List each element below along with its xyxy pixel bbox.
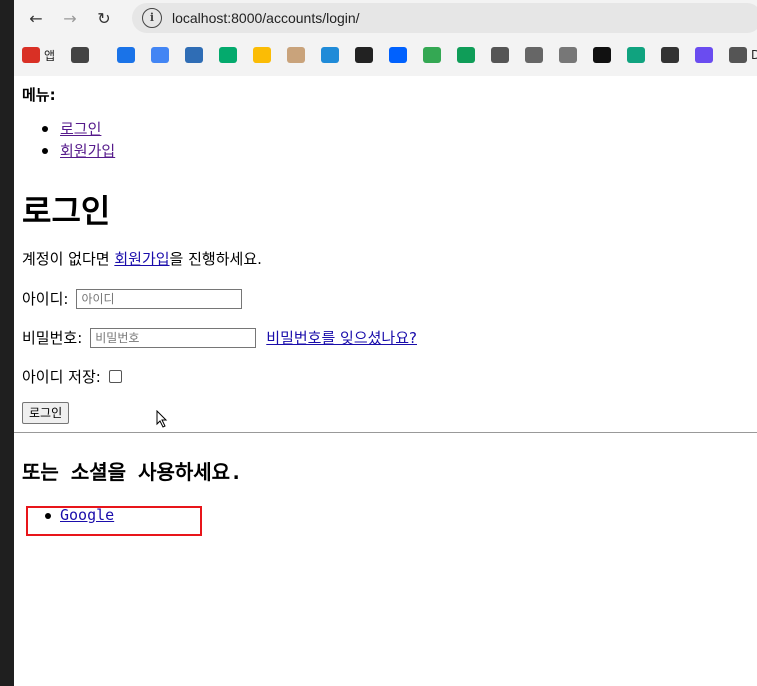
address-bar[interactable]: i localhost:8000/accounts/login/: [132, 3, 757, 33]
remember-label: 아이디 저장:: [22, 368, 101, 386]
window-edge: [0, 0, 14, 686]
password-input[interactable]: [90, 327, 257, 348]
panel-icon[interactable]: [661, 47, 680, 63]
signup-link[interactable]: 회원가입: [114, 250, 169, 268]
id-label: 아이디:: [22, 290, 69, 308]
chatgpt-icon[interactable]: [627, 47, 646, 63]
login-button[interactable]: 로그인: [22, 402, 70, 424]
dot-icon[interactable]: [457, 47, 476, 63]
menu-link-signup[interactable]: 회원가입: [60, 142, 115, 160]
password-row: 비밀번호: 비밀번호를 잊으셨나요?: [22, 327, 417, 348]
highlight-box: [26, 506, 202, 536]
site-info-icon[interactable]: i: [142, 8, 162, 28]
menu-label: 메뉴:: [22, 86, 56, 104]
menu-link-login[interactable]: 로그인: [60, 120, 101, 138]
back-icon[interactable]: ←: [24, 6, 48, 30]
circle-app-icon[interactable]: [117, 47, 136, 63]
forgot-password-link[interactable]: 비밀번호를 잊으셨나요?: [266, 327, 417, 348]
info-suffix: 을 진행하세요.: [169, 250, 262, 268]
mvn-icon[interactable]: [185, 47, 204, 63]
calendar-icon[interactable]: [151, 47, 170, 63]
grid-icon[interactable]: [71, 47, 90, 63]
avatar-icon[interactable]: [287, 47, 306, 63]
info-prefix: 계정이 없다면: [22, 250, 115, 268]
divider: [14, 432, 757, 433]
cards-icon[interactable]: [559, 47, 578, 63]
bookmark-label[interactable]: De: [751, 48, 757, 62]
social-heading: 또는 소셜을 사용하세요.: [22, 460, 243, 484]
calendar2-icon[interactable]: [491, 47, 510, 63]
tools-icon[interactable]: [695, 47, 714, 63]
page-title: 로그인: [22, 192, 111, 230]
apps-grid-icon[interactable]: [22, 47, 40, 63]
id-row: 아이디:: [22, 288, 243, 309]
folder-icon[interactable]: [729, 47, 748, 63]
bookmarks-bar: 앱 De: [14, 40, 757, 70]
reload-icon[interactable]: ↻: [92, 6, 116, 30]
tt-icon[interactable]: [321, 47, 340, 63]
menu-list: 로그인 회원가입: [36, 118, 115, 162]
m-icon[interactable]: [355, 47, 374, 63]
openai-icon[interactable]: [593, 47, 612, 63]
w3-icon[interactable]: [219, 47, 238, 63]
menu-item-login: 로그인: [36, 118, 115, 140]
forward-icon[interactable]: →: [58, 6, 82, 30]
drive-icon[interactable]: [423, 47, 442, 63]
password-label: 비밀번호:: [22, 329, 83, 347]
address-url[interactable]: localhost:8000/accounts/login/: [172, 10, 360, 26]
chrome-icon[interactable]: [253, 47, 272, 63]
mouse-cursor-icon: [156, 410, 168, 428]
page-content: 메뉴: 로그인 회원가입 로그인 계정이 없다면 회원가입을 진행하세요. 아이…: [14, 76, 757, 686]
dropbox-icon[interactable]: [389, 47, 408, 63]
menu-item-signup: 회원가입: [36, 140, 115, 162]
id-input[interactable]: [76, 288, 243, 309]
remember-checkbox[interactable]: [108, 370, 122, 383]
bookmark-label[interactable]: 앱: [44, 47, 55, 64]
building-icon[interactable]: [525, 47, 544, 63]
remember-row: 아이디 저장:: [22, 366, 122, 387]
signup-info: 계정이 없다면 회원가입을 진행하세요.: [22, 248, 262, 269]
